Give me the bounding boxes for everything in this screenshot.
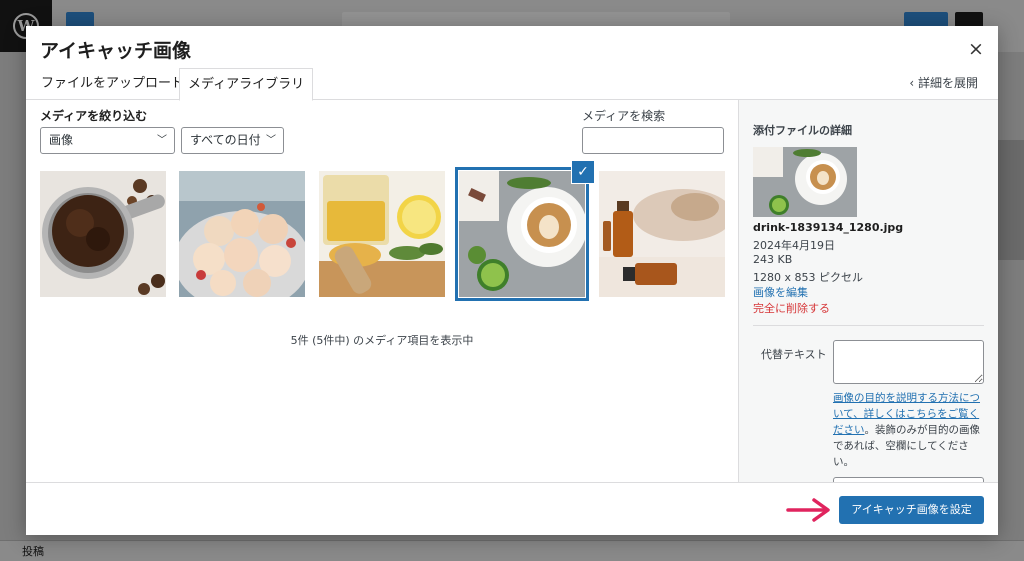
media-count: 5件 (5件中) のメディア項目を表示中 (290, 334, 474, 347)
edit-image-link[interactable]: 画像を編集 (753, 284, 808, 300)
media-item-honey-lemon[interactable] (319, 171, 445, 297)
date-filter-value: すべての日付 (190, 133, 261, 147)
editor-sidebar-strip (998, 140, 1024, 260)
media-item-latte-lime[interactable] (455, 167, 589, 301)
filter-heading: メディアを絞り込む (40, 109, 148, 123)
selected-check-icon[interactable]: ✓ (572, 161, 594, 183)
latte-lime-image (459, 171, 585, 297)
details-filesize: 243 KB (753, 253, 793, 266)
modal-tabs: ファイルをアップロード メディアライブラリ ‹ 詳細を展開 (26, 68, 998, 101)
expand-details-link[interactable]: ‹ 詳細を展開 (909, 68, 978, 100)
close-icon[interactable]: × (965, 38, 987, 60)
modal-title: アイキャッチ画像 (40, 40, 192, 62)
details-dimensions: 1280 x 853 ピクセル (753, 271, 863, 284)
media-type-value: 画像 (49, 133, 74, 147)
latte-lime-image (753, 147, 857, 217)
details-date: 2024年4月19日 (753, 239, 835, 252)
featured-image-modal: アイキャッチ画像 × ファイルをアップロード メディアライブラリ ‹ 詳細を展開… (26, 26, 998, 535)
media-item-amber-bottles[interactable] (599, 171, 725, 297)
coffee-grounds-image (40, 171, 166, 297)
details-thumbnail (753, 147, 857, 217)
arrow-right-icon (786, 498, 830, 522)
media-item-coffee-grounds[interactable] (40, 171, 166, 297)
set-featured-image-button[interactable]: アイキャッチ画像を設定 (839, 496, 984, 524)
media-item-macarons[interactable] (179, 171, 305, 297)
chevron-down-icon: ﹀ (157, 135, 167, 146)
honey-lemon-image (319, 171, 445, 297)
attachment-details-panel: 添付ファイルの詳細 drink-1839134_1280.jpg 2024年4月… (738, 100, 998, 482)
alt-text-input[interactable] (833, 340, 984, 384)
modal-toolbar: アイキャッチ画像を設定 (26, 482, 998, 535)
details-filename: drink-1839134_1280.jpg (753, 221, 904, 234)
media-type-select[interactable]: 画像 ﹀ (40, 127, 175, 154)
tab-upload-files[interactable]: ファイルをアップロード (32, 68, 193, 100)
footer-breadcrumb: 投稿 (22, 545, 44, 558)
search-label: メディアを検索 (582, 109, 666, 123)
editor-footer (0, 540, 1024, 561)
media-browser: メディアを絞り込む 画像 ﹀ すべての日付 ﹀ メディアを検索 ✓ 5件 (5件… (26, 100, 738, 482)
details-heading: 添付ファイルの詳細 (753, 124, 852, 137)
tab-media-library[interactable]: メディアライブラリ (179, 68, 314, 101)
delete-permanently-link[interactable]: 完全に削除する (753, 300, 830, 316)
alt-text-help: 画像の目的を説明する方法について、詳しくはこちらをご覧ください。装飾のみが目的の… (833, 390, 986, 470)
alt-text-label: 代替テキスト (761, 348, 827, 361)
details-divider (753, 325, 984, 326)
search-input[interactable] (582, 127, 724, 154)
date-filter-select[interactable]: すべての日付 ﹀ (181, 127, 284, 154)
chevron-down-icon: ﹀ (266, 135, 276, 146)
macarons-image (179, 171, 305, 297)
amber-bottles-image (599, 171, 725, 297)
